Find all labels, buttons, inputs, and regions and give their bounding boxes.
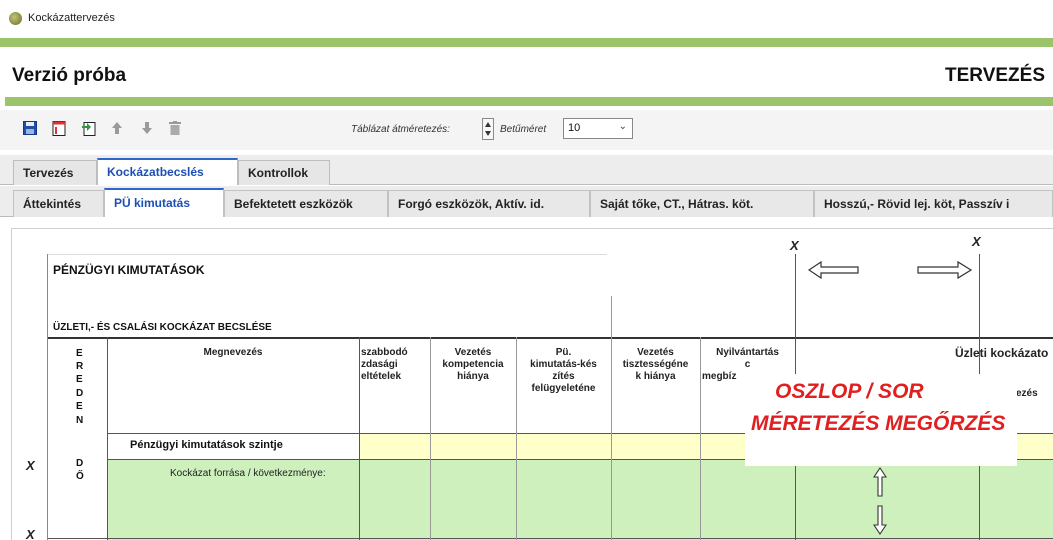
header-bottom-band [5, 97, 1053, 106]
tab-hosszu-rovid[interactable]: Hosszú,- Rövid lej. köt, Passzív i [814, 190, 1053, 217]
vertical-letter: E [76, 374, 83, 385]
version-title: Verzió próba [12, 65, 127, 86]
col-line-4 [611, 296, 612, 540]
tab-befektetett-eszkozok[interactable]: Befektetett eszközök [224, 190, 388, 217]
tab-sajat-toke[interactable]: Saját tőke, CT., Hátras. köt. [590, 190, 814, 217]
col-header-line: zítés [552, 371, 575, 382]
col-header-line: szabbodó [361, 347, 408, 358]
page-header: Verzió próba TERVEZÉS [0, 48, 1053, 96]
arrow-down-resize-icon [873, 505, 887, 535]
row-marker-top: X [26, 458, 35, 473]
col-header-partial[interactable]: ezés [1016, 388, 1053, 400]
resize-label: Táblázat átméretezés: [351, 124, 450, 135]
new-doc-icon[interactable] [81, 120, 97, 136]
chevron-down-icon: ⌄ [618, 121, 627, 132]
header-top-border [47, 337, 1053, 339]
toolbar: Táblázat átméretezés: Betűméret 10 ⌄ [0, 110, 1053, 150]
font-size-value: 10 [568, 122, 581, 134]
col-line-0 [107, 337, 108, 540]
row-label-level[interactable]: Pénzügyi kimutatások szintje [130, 439, 283, 451]
col-header-report-supervision[interactable]: Pü. kimutatás-kés zítés felügyeleténe [516, 347, 611, 395]
font-size-label: Betűméret [500, 124, 547, 135]
column-marker-left: X [790, 238, 799, 253]
col-header-line: Vezetés [637, 347, 674, 358]
main-tab-bar: Tervezés Kockázatbecslés Kontrollok [0, 155, 1053, 185]
vertical-letter: E [76, 401, 83, 412]
source-row-cells[interactable] [359, 459, 1053, 540]
tab-pu-kimutatas[interactable]: PÜ kimutatás [104, 188, 224, 217]
header-top-band [0, 38, 1053, 47]
col-header-line: Nyilvántartás [716, 347, 779, 358]
annotation-callout: OSZLOP / SOR MÉRETEZÉS MEGŐRZÉS [745, 374, 1017, 466]
col-header-line: Pü. [555, 347, 572, 358]
row-marker-bottom: X [26, 527, 35, 540]
col-header-competence[interactable]: Vezetés kompetencia hiánya [430, 347, 516, 383]
mode-title: TERVEZÉS [945, 65, 1045, 86]
arrow-right-icon [917, 260, 972, 280]
vertical-letter: E [76, 348, 83, 359]
arrow-down-icon[interactable] [139, 120, 155, 136]
title-bar: Kockázattervezés [0, 0, 1053, 38]
tab-tervezes[interactable]: Tervezés [13, 160, 97, 185]
vertical-letter: N [76, 415, 84, 426]
col-header-line: zdasági [361, 359, 398, 370]
row-label-source[interactable]: Kockázat forrása / következménye: [170, 468, 326, 479]
sub-tab-bar: Áttekintés PÜ kimutatás Befektetett eszk… [0, 186, 1053, 217]
col-header-line: Vezetés [454, 347, 492, 358]
save-icon[interactable] [22, 120, 38, 136]
left-border [47, 254, 48, 540]
sheet-subtitle: ÜZLETI,- ÉS CSALÁSI KOCKÁZAT BECSLÉSE [53, 322, 272, 333]
col-header-economic[interactable]: szabbodó zdasági eltételek [359, 347, 430, 383]
col-header-line: kompetencia [442, 359, 504, 370]
arrow-left-icon [808, 260, 859, 280]
row-line-3 [47, 538, 1053, 539]
col-header-line: kimutatás-kés [530, 359, 597, 370]
tab-forgo-eszkozok[interactable]: Forgó eszközök, Aktív. id. [388, 190, 590, 217]
col-header-line: c [744, 359, 751, 370]
tab-attekintes[interactable]: Áttekintés [13, 190, 104, 217]
group-header-business-risk[interactable]: Üzleti kockázato [955, 347, 1053, 359]
vertical-letter: R [76, 361, 84, 372]
col-header-line: eltételek [361, 371, 402, 382]
font-size-select[interactable]: 10 ⌄ [563, 118, 633, 139]
document-icon[interactable] [51, 120, 67, 136]
arrow-up-icon[interactable] [109, 120, 125, 136]
vertical-letter: Ő [76, 471, 84, 482]
col-header-line: felügyeleténe [531, 383, 596, 394]
tab-kockazatbecsles[interactable]: Kockázatbecslés [97, 158, 238, 185]
trash-icon[interactable] [167, 120, 183, 136]
app-logo-icon [9, 12, 22, 25]
col-header-name[interactable]: Megnevezés [107, 347, 359, 359]
column-marker-right: X [972, 234, 981, 249]
col-header-line: k hiánya [635, 371, 676, 382]
callout-line-1: OSZLOP / SOR [775, 380, 924, 403]
vertical-letter: D [76, 458, 84, 469]
title-top-line [47, 254, 607, 255]
arrow-up-resize-icon [873, 467, 887, 497]
col-header-integrity[interactable]: Vezetés tisztességéne k hiánya [611, 347, 700, 383]
callout-line-2: MÉRETEZÉS MEGŐRZÉS [751, 412, 1006, 435]
col-header-line: tisztességéne [622, 359, 689, 370]
resize-stepper[interactable] [482, 118, 494, 140]
tab-kontrollok[interactable]: Kontrollok [238, 160, 330, 185]
app-title: Kockázattervezés [28, 12, 115, 24]
sheet-title: PÉNZÜGYI KIMUTATÁSOK [53, 263, 205, 277]
vertical-letter: D [76, 388, 84, 399]
col-header-line: hiánya [457, 371, 489, 382]
